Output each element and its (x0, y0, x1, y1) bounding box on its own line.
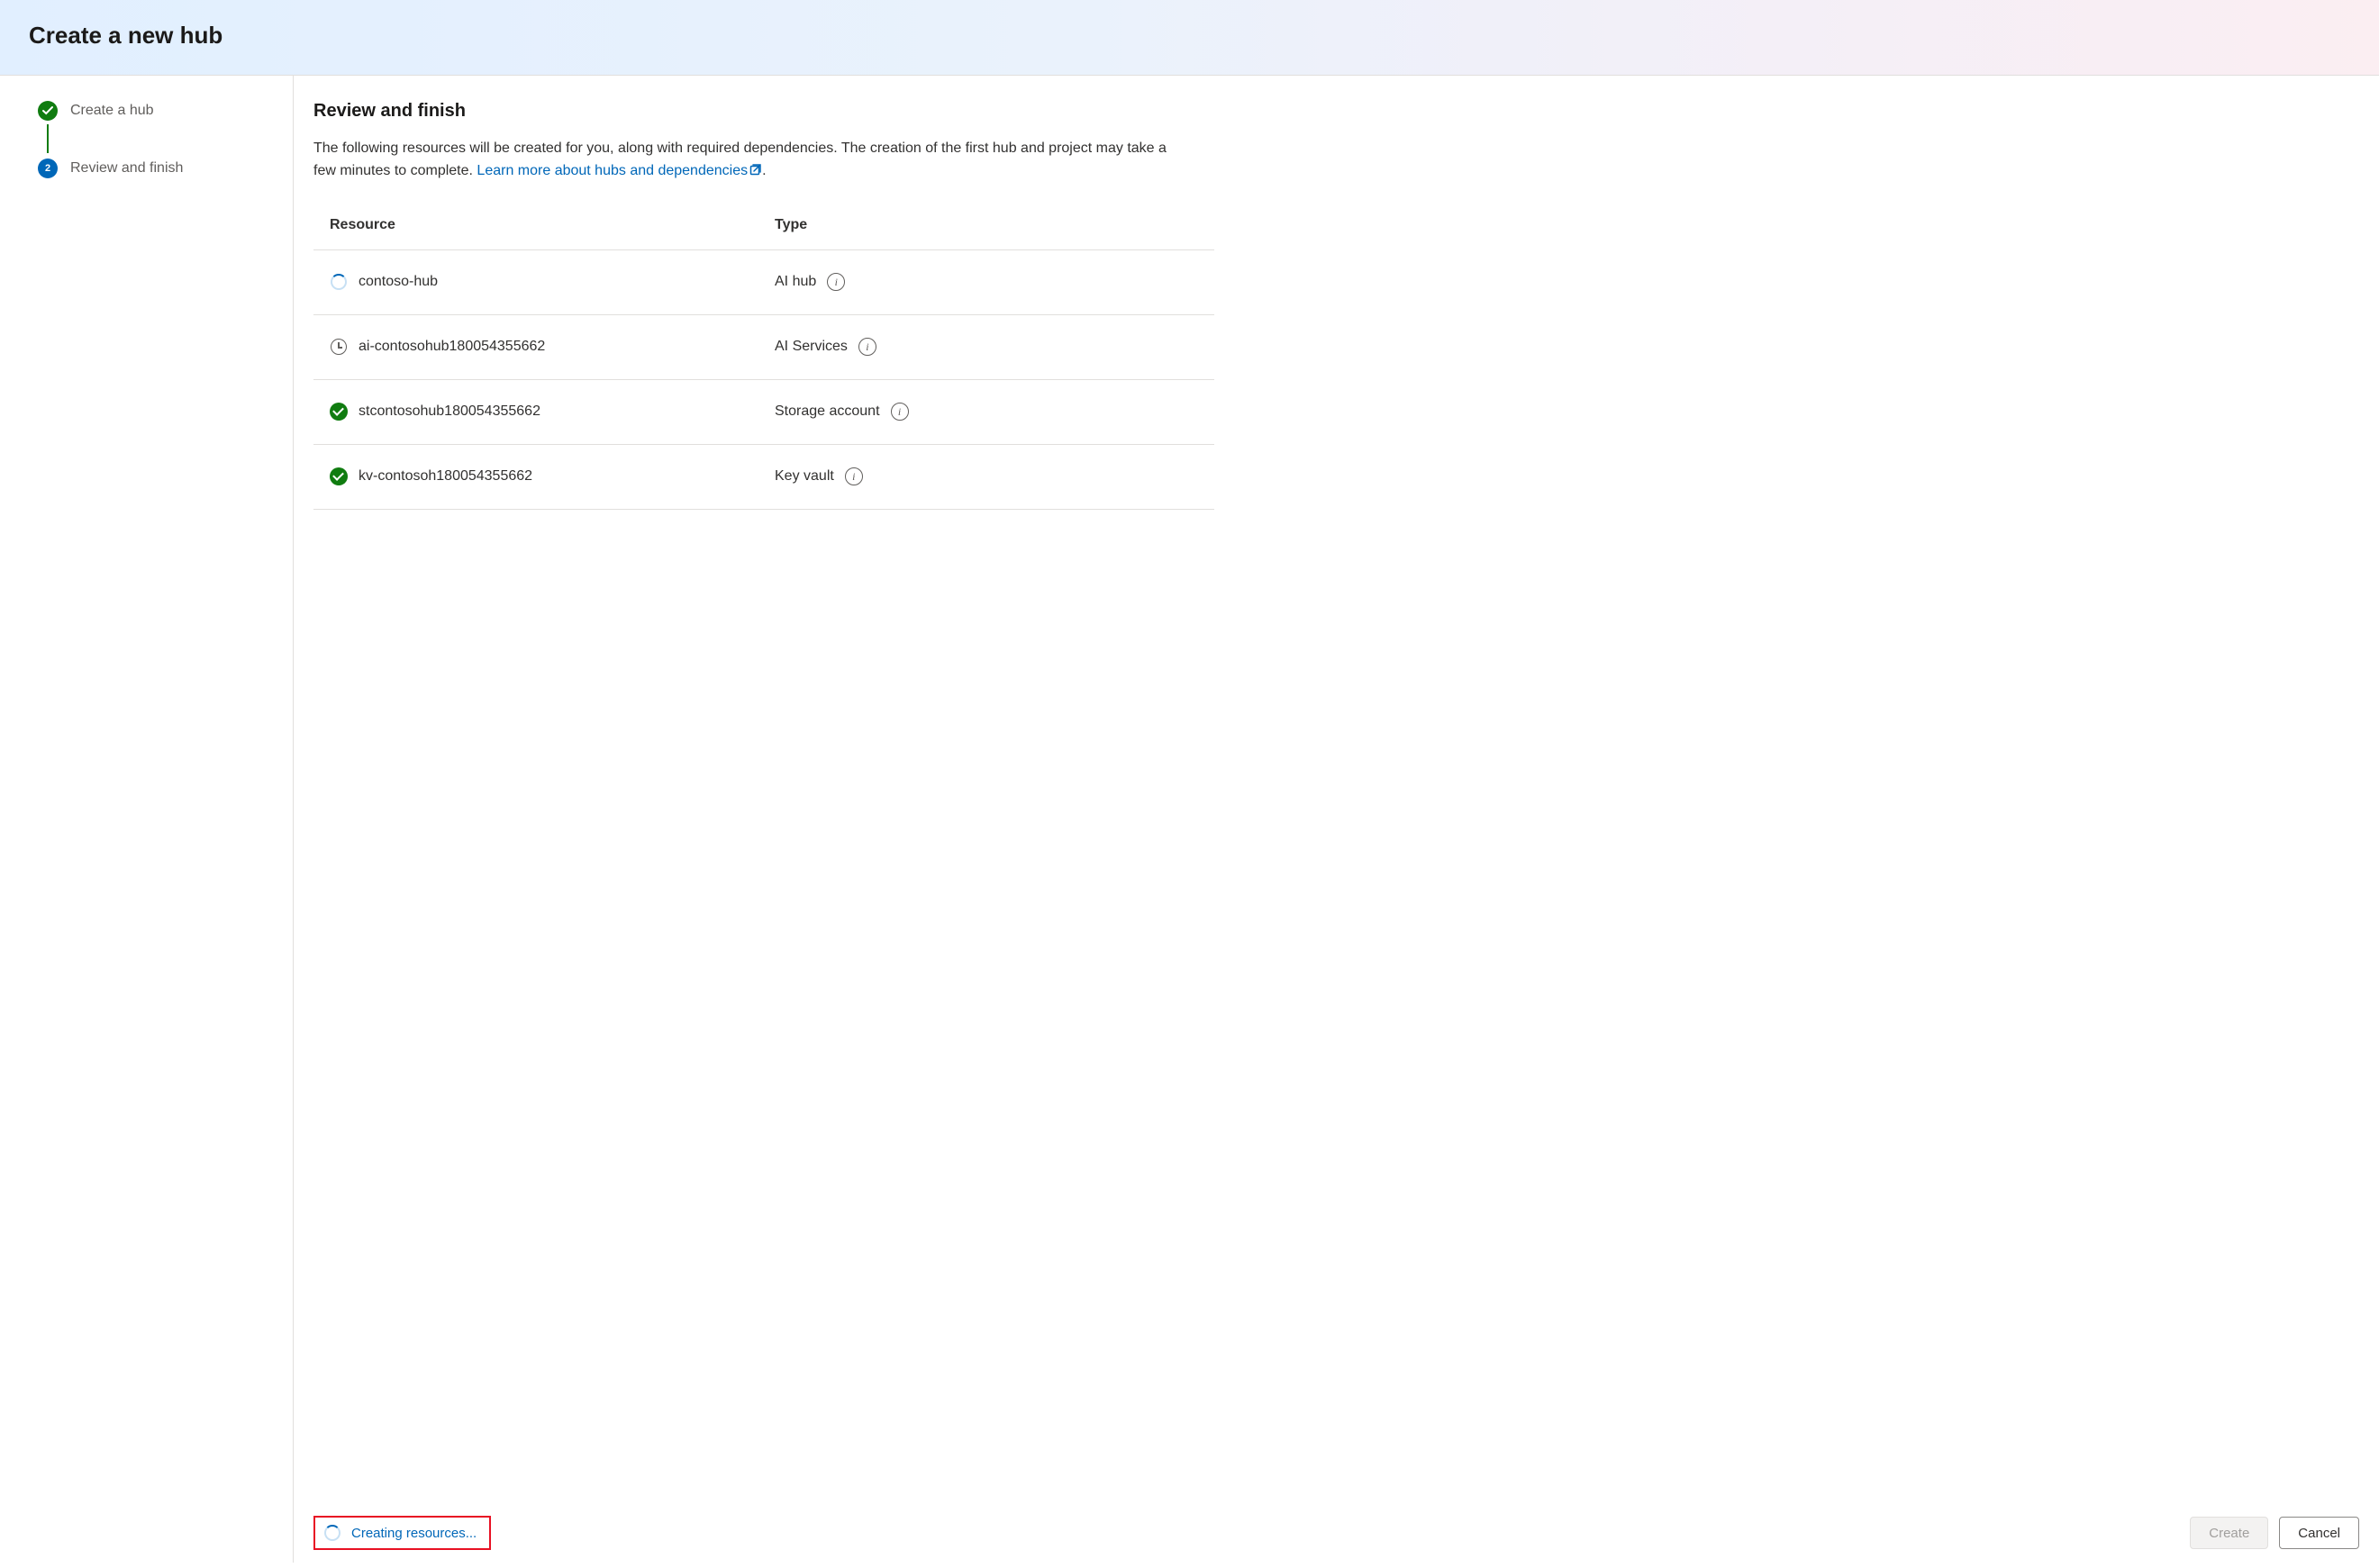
status-text: Creating resources... (351, 1526, 477, 1541)
info-icon[interactable]: i (845, 467, 863, 485)
resource-type: AI Services (775, 339, 848, 355)
resource-name: contoso-hub (359, 274, 438, 290)
resource-name: kv-contosoh180054355662 (359, 468, 532, 485)
table-row: ai-contosohub180054355662 AI Services i (313, 315, 1214, 380)
page-header: Create a new hub (0, 0, 2379, 76)
wizard-steps-sidebar: Create a hub 2 Review and finish (0, 76, 294, 1563)
external-link-icon (749, 161, 762, 184)
clock-icon (330, 338, 348, 356)
check-icon (38, 101, 58, 121)
resource-type: Key vault (775, 468, 834, 485)
cancel-button[interactable]: Cancel (2279, 1517, 2359, 1549)
wizard-step-review-finish[interactable]: 2 Review and finish (38, 159, 271, 178)
spinner-icon (324, 1525, 341, 1541)
resource-type: AI hub (775, 274, 816, 290)
page-title: Create a new hub (29, 22, 2350, 50)
col-header-type: Type (775, 217, 1198, 233)
create-button: Create (2190, 1517, 2268, 1549)
creating-status-highlight: Creating resources... (313, 1516, 491, 1550)
wizard-step-create-hub[interactable]: Create a hub (38, 101, 271, 159)
check-circle-icon (330, 403, 348, 421)
resource-type: Storage account (775, 403, 880, 420)
wizard-step-label: Review and finish (70, 160, 183, 177)
table-row: contoso-hub AI hub i (313, 250, 1214, 315)
main-panel: Review and finish The following resource… (294, 76, 2379, 1563)
check-circle-icon (330, 467, 348, 485)
spinner-icon (330, 273, 348, 291)
section-title: Review and finish (313, 101, 2359, 122)
info-icon[interactable]: i (891, 403, 909, 421)
content-wrap: Create a hub 2 Review and finish Review … (0, 76, 2379, 1563)
table-row: stcontosohub180054355662 Storage account… (313, 380, 1214, 445)
wizard-step-label: Create a hub (70, 103, 154, 119)
wizard-footer: Creating resources... Create Cancel (313, 1516, 2359, 1550)
table-header: Resource Type (313, 202, 1214, 250)
resources-table: Resource Type contoso-hub AI hub i ai-co… (313, 202, 1214, 510)
col-header-resource: Resource (330, 217, 775, 233)
learn-more-link[interactable]: Learn more about hubs and dependencies (477, 163, 762, 178)
resource-name: stcontosohub180054355662 (359, 403, 540, 420)
table-row: kv-contosoh180054355662 Key vault i (313, 445, 1214, 510)
description-tail: . (762, 163, 766, 178)
step-connector (47, 124, 49, 153)
resource-name: ai-contosohub180054355662 (359, 339, 545, 355)
info-icon[interactable]: i (858, 338, 876, 356)
info-icon[interactable]: i (827, 273, 845, 291)
section-description: The following resources will be created … (313, 138, 1187, 184)
step-number-icon: 2 (38, 159, 58, 178)
